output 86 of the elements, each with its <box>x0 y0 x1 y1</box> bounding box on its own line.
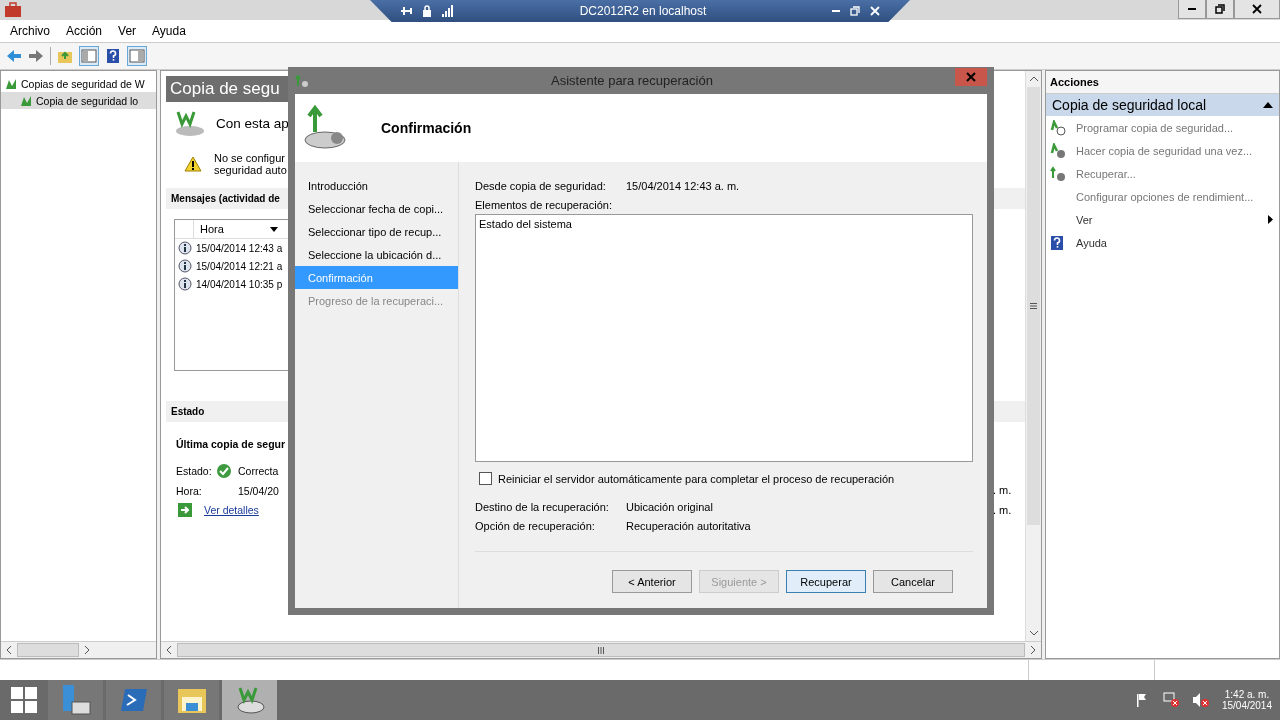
toolbox-icon <box>4 2 22 18</box>
page-heading: Confirmación <box>381 120 472 136</box>
help-icon[interactable] <box>105 48 121 64</box>
field-label: Estado: <box>176 465 212 477</box>
help-icon <box>1050 234 1064 251</box>
back-arrow-icon[interactable] <box>6 49 22 63</box>
wizard-step[interactable]: Seleccionar tipo de recup... <box>295 220 458 243</box>
windows-logo-icon <box>11 687 37 713</box>
dialog-button[interactable]: Recuperar <box>786 570 866 593</box>
tree-item[interactable]: Copia de seguridad lo <box>1 92 156 109</box>
restore-icon <box>1215 4 1225 14</box>
vertical-scrollbar[interactable] <box>1025 71 1041 641</box>
dialog-button[interactable]: < Anterior <box>612 570 692 593</box>
grip-icon <box>598 646 604 654</box>
pane-toggle-icon[interactable] <box>127 46 147 66</box>
restore-icon[interactable] <box>850 6 860 16</box>
network-error-icon[interactable] <box>1161 692 1180 708</box>
minimize-icon <box>1188 8 1196 10</box>
grip-icon <box>1030 303 1037 309</box>
submenu-arrow-icon <box>1268 215 1273 224</box>
field-label: Opción de recuperación: <box>475 519 596 532</box>
tree-item[interactable]: Copias de seguridad de W <box>1 75 156 92</box>
warning-icon <box>184 156 202 172</box>
column-header[interactable]: Hora <box>194 223 270 235</box>
dialog-title: Asistente para recuperación <box>550 73 714 88</box>
menu-item[interactable]: Ver <box>118 24 137 38</box>
warning-text: seguridad auto <box>214 164 287 176</box>
clock-icon <box>1050 119 1066 136</box>
speaker-muted-icon[interactable] <box>1191 692 1210 708</box>
warning-text: No se configur <box>214 152 286 164</box>
dialog-button[interactable]: Cancelar <box>873 570 953 593</box>
menu-item[interactable]: Archivo <box>10 24 50 38</box>
arrow-icon <box>178 503 192 517</box>
restore-button[interactable] <box>1206 0 1234 19</box>
message-time: 15/04/2014 12:43 a <box>196 242 283 254</box>
time-fragment: . m. <box>993 504 1012 516</box>
list-item[interactable]: Estado del sistema <box>479 218 969 230</box>
action-item[interactable]: Ver <box>1046 208 1279 231</box>
field-label: Elementos de recuperación: <box>475 198 613 211</box>
field-value: 15/04/20 <box>238 485 279 497</box>
recovery-items-list[interactable]: Estado del sistema <box>475 214 973 462</box>
terminal-icon <box>118 687 149 713</box>
forward-arrow-icon[interactable] <box>28 49 44 63</box>
time-fragment: . m. <box>993 484 1012 496</box>
minimize-button[interactable] <box>1178 0 1206 19</box>
wizard-icon <box>295 73 309 88</box>
pane-toggle-icon[interactable] <box>79 46 99 66</box>
close-button[interactable] <box>1234 0 1280 19</box>
collapse-icon[interactable] <box>1263 102 1273 108</box>
check-icon <box>216 463 232 479</box>
field-label: Hora: <box>176 485 203 497</box>
restore-icon <box>1050 165 1066 182</box>
clock[interactable]: 1:42 a. m. 15/04/2014 <box>1215 689 1280 711</box>
field-value: Recuperación autoritativa <box>626 519 751 532</box>
backup-icon <box>1050 142 1066 159</box>
info-icon <box>178 259 192 273</box>
message-time: 14/04/2014 10:35 p <box>196 278 283 290</box>
wizard-step[interactable]: Seleccione la ubicación d... <box>295 243 458 266</box>
actions-heading: Acciones <box>1046 71 1279 94</box>
restart-checkbox[interactable]: Reiniciar el servidor automáticamente para completar el proceso de recuperación <box>479 472 973 485</box>
taskbar-app[interactable] <box>164 680 219 720</box>
menu-item[interactable]: Ayuda <box>152 24 186 38</box>
close-icon <box>1252 4 1262 14</box>
sort-arrow-icon <box>270 226 278 232</box>
horizontal-scrollbar[interactable] <box>161 641 1041 658</box>
action-item[interactable]: Ayuda <box>1046 231 1279 254</box>
actions-section-header[interactable]: Copia de seguridad local <box>1046 94 1279 116</box>
field-value: Ubicación original <box>626 500 713 513</box>
horizontal-scrollbar[interactable] <box>1 641 156 658</box>
close-icon[interactable] <box>870 6 880 16</box>
field-label: Destino de la recuperación: <box>475 500 610 513</box>
signal-icon <box>442 5 454 17</box>
details-link[interactable]: Ver detalles <box>204 504 259 516</box>
info-icon <box>178 277 192 291</box>
close-icon <box>966 71 976 82</box>
message-time: 15/04/2014 12:21 a <box>196 260 283 272</box>
taskbar-app[interactable] <box>222 680 277 720</box>
field-value: Correcta <box>238 465 279 477</box>
lock-icon <box>422 5 432 17</box>
intro-text: Con esta ap <box>216 115 289 131</box>
taskbar-app[interactable] <box>48 680 103 720</box>
pin-icon[interactable] <box>400 5 412 17</box>
menu-item[interactable]: Acción <box>66 24 103 38</box>
status-subheading: Última copia de segur <box>175 437 287 452</box>
info-icon <box>178 241 192 255</box>
connection-title: DC2012R2 en localhost <box>578 4 708 18</box>
